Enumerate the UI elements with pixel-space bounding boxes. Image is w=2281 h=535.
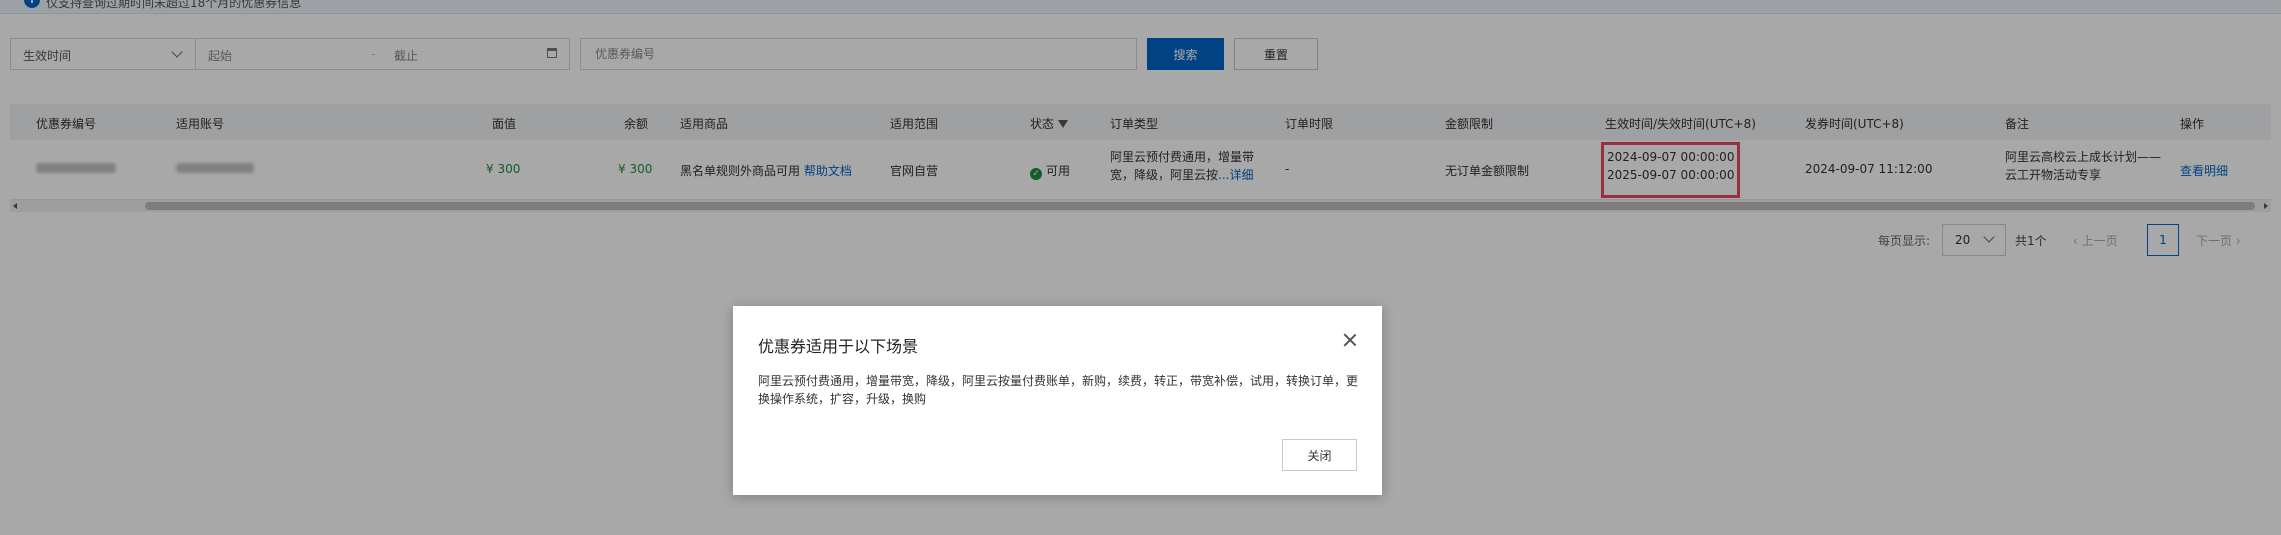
coupon-scope-dialog: 优惠券适用于以下场景 阿里云预付费通用，增量带宽，降级，阿里云按量付费账单，新购… <box>733 306 1382 495</box>
dialog-body: 阿里云预付费通用，增量带宽，降级，阿里云按量付费账单，新购，续费，转正，带宽补偿… <box>758 374 1359 406</box>
close-icon[interactable] <box>1342 332 1358 348</box>
dialog-title: 优惠券适用于以下场景 <box>758 337 919 356</box>
close-button[interactable]: 关闭 <box>1282 439 1357 471</box>
